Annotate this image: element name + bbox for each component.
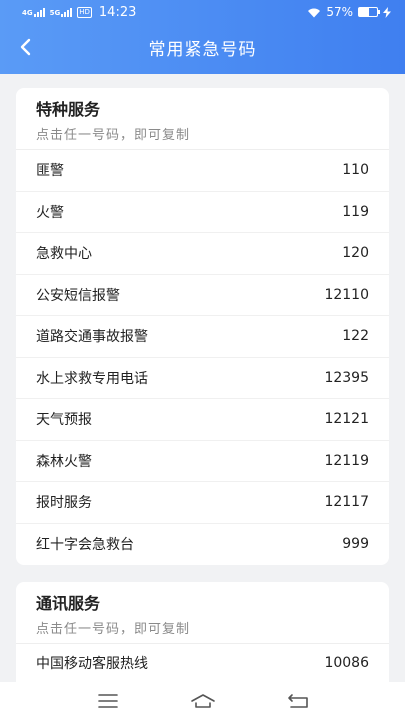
section-title: 通讯服务 (36, 594, 101, 613)
number-row[interactable]: 红十字会急救台 999 (16, 524, 389, 566)
chevron-left-icon (20, 38, 31, 56)
number-row[interactable]: 急救中心 120 (16, 233, 389, 275)
status-bar: 4G 5G HD 14:23 57% (0, 0, 405, 24)
nav-bar: 常用紧急号码 (0, 24, 405, 70)
service-number[interactable]: 12395 (324, 370, 369, 386)
number-row[interactable]: 天气预报 12121 (16, 399, 389, 441)
section-subtitle: 点击任一号码，即可复制 (36, 128, 191, 143)
signal-5g-icon: 5G (49, 7, 73, 17)
number-row[interactable]: 森林火警 12119 (16, 441, 389, 482)
signal-4g-icon: 4G (22, 7, 45, 17)
service-label: 水上求救专用电话 (36, 370, 148, 387)
number-row[interactable]: 公安短信报警 12110 (16, 275, 389, 316)
status-right: 57% (307, 5, 391, 19)
service-label: 公安短信报警 (36, 287, 120, 304)
wifi-icon (308, 8, 321, 17)
service-number[interactable]: 999 (342, 536, 369, 552)
number-row[interactable]: 匪警 110 (16, 150, 389, 192)
menu-button[interactable] (88, 686, 128, 716)
service-number[interactable]: 12119 (324, 453, 369, 469)
status-left: 4G 5G HD 14:23 (22, 5, 136, 20)
number-row[interactable]: 火警 119 (16, 192, 389, 233)
return-icon (287, 694, 308, 708)
section-title: 特种服务 (36, 100, 101, 119)
service-label: 匪警 (36, 163, 64, 180)
service-number[interactable]: 120 (342, 245, 369, 261)
service-label: 森林火警 (36, 453, 92, 470)
service-number[interactable]: 110 (342, 162, 369, 178)
service-number[interactable]: 122 (342, 328, 369, 344)
service-number[interactable]: 119 (342, 204, 369, 220)
system-nav-bar (0, 682, 405, 720)
service-label: 道路交通事故报警 (36, 329, 148, 346)
service-number[interactable]: 10086 (324, 655, 369, 671)
charging-icon (383, 6, 391, 18)
section-card-telecom: 通讯服务 点击任一号码，即可复制 中国移动客服热线 10086 (16, 582, 389, 682)
number-row[interactable]: 水上求救专用电话 12395 (16, 358, 389, 399)
battery-percent: 57% (326, 5, 353, 19)
back-button[interactable] (14, 36, 36, 58)
net1-label: 4G (22, 8, 33, 17)
battery-icon (358, 7, 380, 17)
menu-icon (97, 694, 118, 708)
section-header: 特种服务 点击任一号码，即可复制 (16, 88, 389, 150)
service-label: 火警 (36, 204, 64, 221)
return-button[interactable] (278, 686, 318, 716)
service-number[interactable]: 12117 (324, 494, 369, 510)
section-card-special: 特种服务 点击任一号码，即可复制 匪警 110 火警 119 急救中心 120 公安短… (16, 88, 389, 565)
service-label: 红十字会急救台 (36, 537, 134, 554)
app-header: 4G 5G HD 14:23 57% 常用紧急号码 (0, 0, 405, 74)
section-subtitle: 点击任一号码，即可复制 (36, 622, 191, 637)
service-number[interactable]: 12121 (324, 411, 369, 427)
status-time: 14:23 (98, 4, 137, 20)
hd-badge: HD (77, 6, 92, 18)
battery-fill (359, 8, 370, 16)
page-title: 常用紧急号码 (148, 39, 257, 60)
home-icon (190, 694, 215, 708)
service-label: 中国移动客服热线 (36, 656, 148, 672)
home-button[interactable] (183, 686, 223, 716)
service-label: 报时服务 (36, 495, 92, 512)
number-row[interactable]: 报时服务 12117 (16, 482, 389, 524)
service-label: 天气预报 (36, 412, 92, 429)
number-row[interactable]: 中国移动客服热线 10086 (16, 644, 389, 682)
service-number[interactable]: 12110 (324, 287, 369, 303)
net2-label: 5G (49, 8, 61, 17)
service-label: 急救中心 (36, 246, 92, 263)
number-row[interactable]: 道路交通事故报警 122 (16, 316, 389, 358)
section-header: 通讯服务 点击任一号码，即可复制 (16, 582, 389, 644)
